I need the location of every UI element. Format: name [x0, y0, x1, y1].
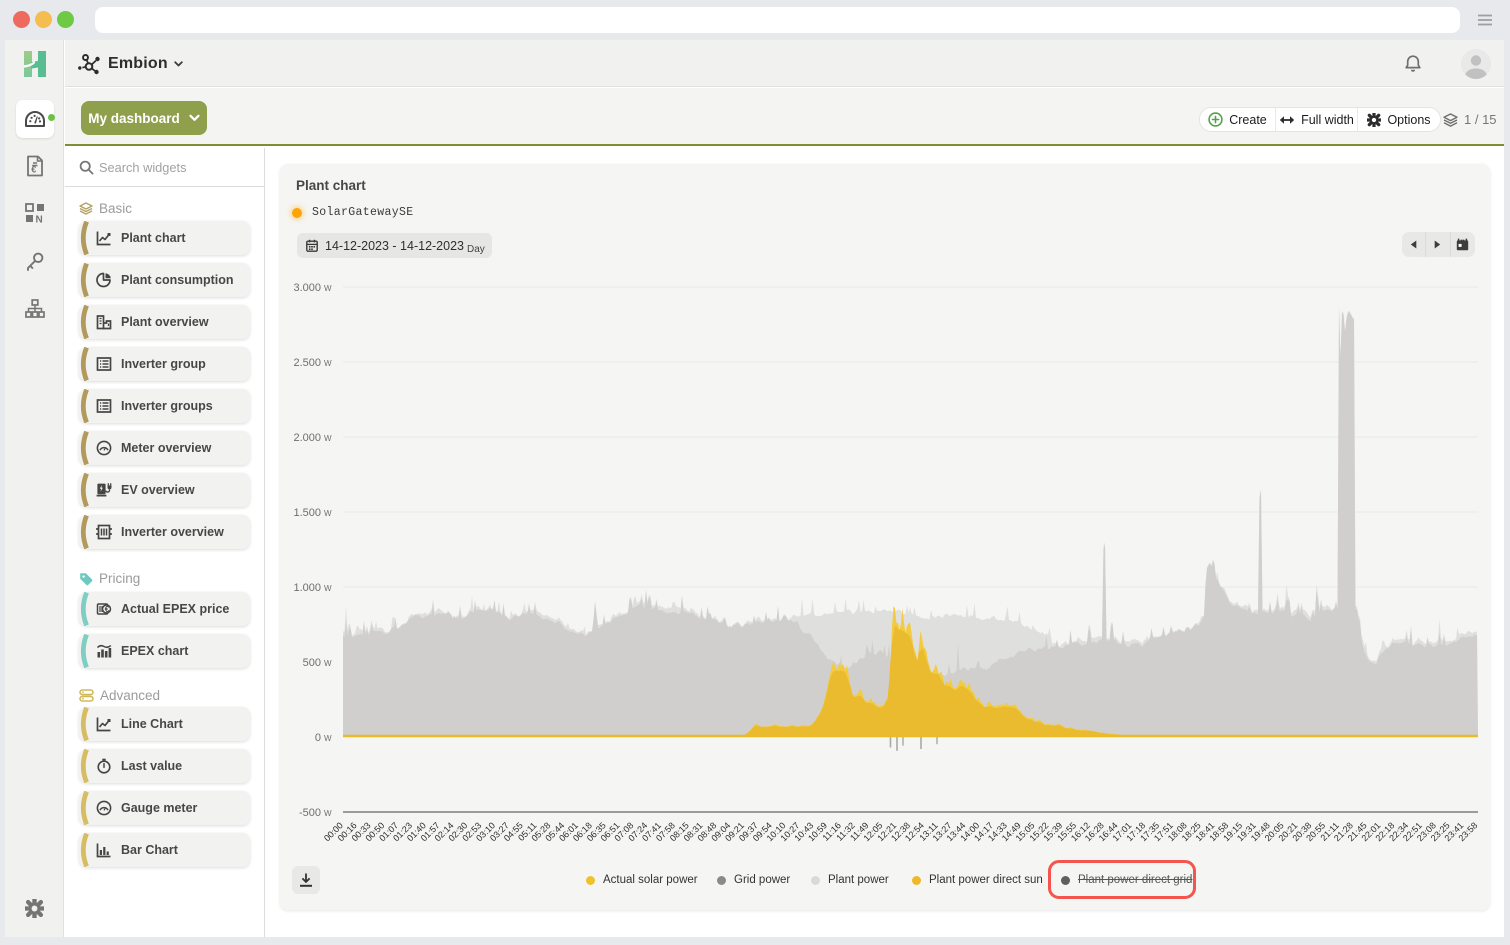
svg-text:€: € [105, 605, 110, 614]
svg-text:W: W [324, 809, 332, 818]
svg-text:€: € [31, 165, 36, 175]
svg-text:1.500: 1.500 [293, 507, 321, 519]
svg-text:W: W [324, 434, 332, 443]
svg-text:W: W [324, 509, 332, 518]
svg-text:0: 0 [315, 732, 321, 744]
svg-text:500: 500 [303, 657, 321, 669]
svg-text:2.500: 2.500 [293, 357, 321, 369]
svg-text:1.000: 1.000 [293, 582, 321, 594]
svg-text:W: W [324, 584, 332, 593]
svg-text:W: W [324, 284, 332, 293]
svg-text:-500: -500 [299, 807, 321, 819]
svg-text:3.000: 3.000 [293, 282, 321, 294]
svg-text:2.000: 2.000 [293, 432, 321, 444]
svg-text:W: W [324, 659, 332, 668]
svg-text:W: W [324, 359, 332, 368]
svg-text:W: W [324, 734, 332, 743]
svg-text:N: N [36, 215, 43, 224]
